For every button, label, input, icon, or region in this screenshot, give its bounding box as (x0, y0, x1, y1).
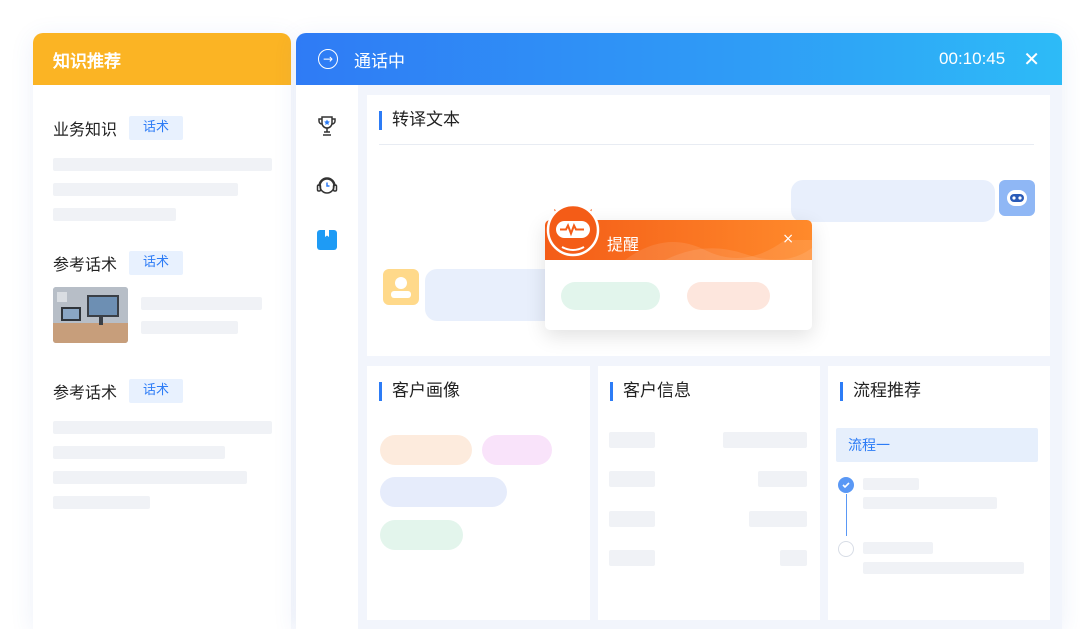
call-arrow-icon[interactable]: → (318, 49, 338, 69)
knowledge-section-reference-1[interactable]: 参考话术 话术 (53, 251, 184, 275)
info-label (609, 511, 655, 527)
profile-tag[interactable] (380, 477, 507, 507)
call-timer: 00:10:45 (939, 49, 1006, 68)
alert-action-button[interactable] (561, 282, 660, 310)
placeholder-line (53, 496, 150, 509)
placeholder-line (53, 208, 176, 221)
knowledge-panel: 知识推荐 业务知识 话术 参考话术 话术 参考话术 话术 (33, 33, 291, 629)
flow-item-label: 流程一 (848, 438, 890, 454)
placeholder-line (141, 321, 238, 334)
customer-profile-card: 客户画像 (367, 366, 590, 620)
profile-tag[interactable] (482, 435, 552, 465)
script-tag[interactable]: 话术 (129, 116, 184, 140)
bot-message-bubble (791, 180, 995, 222)
call-status: 通话中 (354, 51, 405, 72)
step-checked-icon[interactable] (838, 477, 854, 493)
knowledge-panel-header: 知识推荐 (33, 33, 291, 85)
step-title (863, 478, 919, 490)
headset-icon[interactable] (315, 174, 339, 198)
script-tag[interactable]: 话术 (129, 379, 184, 403)
close-call-button[interactable]: ✕ (1023, 47, 1040, 71)
info-label (609, 432, 655, 448)
info-label (609, 550, 655, 566)
info-value (780, 550, 807, 566)
profile-tag[interactable] (380, 520, 463, 550)
info-label (609, 471, 655, 487)
profile-tag[interactable] (380, 435, 472, 465)
user-avatar-icon (383, 269, 419, 305)
placeholder-line (53, 471, 247, 484)
placeholder-line (53, 183, 238, 196)
knowledge-section-reference-2[interactable]: 参考话术 话术 (53, 379, 184, 403)
placeholder-line (53, 158, 272, 171)
flow-recommend-title: 流程推荐 (840, 382, 921, 401)
reference-thumbnail-image[interactable] (53, 287, 128, 343)
alert-action-button[interactable] (687, 282, 770, 310)
side-toolbar (296, 85, 358, 629)
alert-title: 提醒 (607, 235, 640, 254)
knowledge-section-business[interactable]: 业务知识 话术 (53, 116, 184, 140)
placeholder-line (53, 421, 272, 434)
step-desc (863, 497, 997, 509)
placeholder-line (141, 297, 262, 310)
section-title: 参考话术 (53, 255, 118, 274)
customer-profile-title: 客户画像 (379, 382, 460, 401)
bookmark-icon[interactable] (315, 228, 339, 252)
robot-avatar-icon (999, 180, 1035, 216)
transcript-title: 转译文本 (379, 111, 460, 130)
placeholder-line (53, 446, 225, 459)
section-title: 业务知识 (53, 120, 118, 139)
knowledge-panel-title: 知识推荐 (53, 51, 121, 72)
section-title: 参考话术 (53, 383, 118, 402)
customer-info-title: 客户信息 (610, 382, 691, 401)
step-desc (863, 562, 1024, 574)
trophy-icon[interactable] (315, 114, 339, 138)
customer-info-card: 客户信息 (598, 366, 820, 620)
info-value (723, 432, 807, 448)
info-value (749, 511, 807, 527)
step-unchecked-icon[interactable] (838, 541, 854, 557)
info-value (758, 471, 807, 487)
flow-recommend-card: 流程推荐 流程一 (828, 366, 1050, 620)
script-tag[interactable]: 话术 (129, 251, 184, 275)
step-title (863, 542, 933, 554)
flow-item[interactable]: 流程一 (836, 428, 1038, 462)
step-connector (845, 494, 847, 536)
call-panel: → 通话中 00:10:45 ✕ 转译文本 客户画像 客户信息 流程推荐 流程一 (296, 33, 1062, 629)
robot-mascot-icon (544, 201, 602, 259)
call-header: → 通话中 00:10:45 ✕ (296, 33, 1062, 85)
alert-close-button[interactable]: × (782, 231, 794, 247)
divider (379, 144, 1034, 145)
